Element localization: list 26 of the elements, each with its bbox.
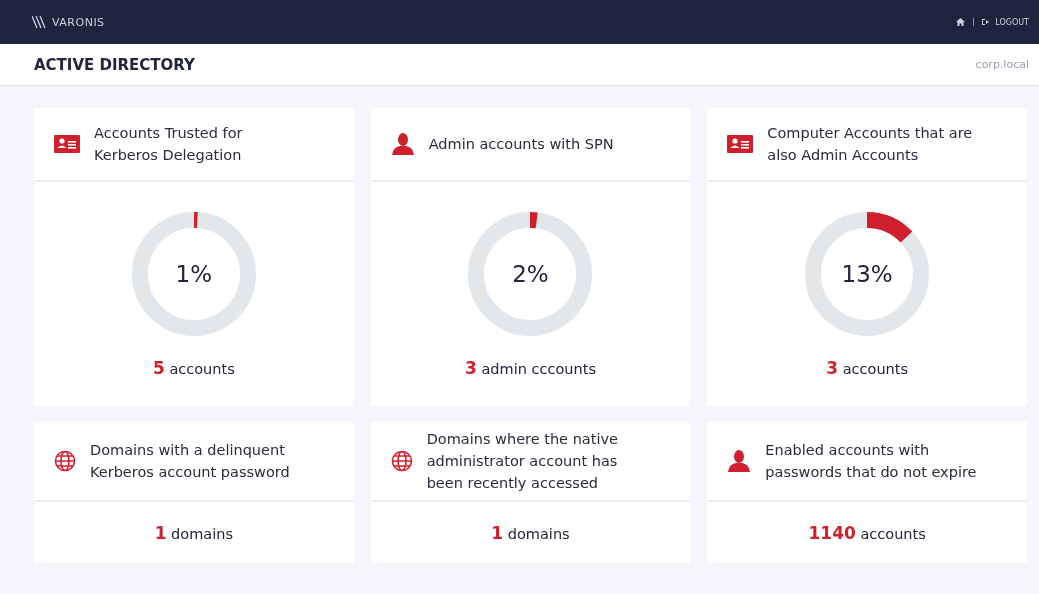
count-text: 5 accounts xyxy=(152,358,235,378)
home-icon[interactable] xyxy=(956,18,966,26)
percent-value: 2% xyxy=(512,262,549,286)
card-title: Accounts Trusted for Kerberos Delegation xyxy=(94,124,244,165)
count-text: 1 domains xyxy=(491,522,570,543)
percent-value: 1% xyxy=(175,262,213,286)
card-title: Domains where the native administrator account has been recently accessed xyxy=(426,430,619,493)
globe-icon xyxy=(390,450,413,472)
card-title: Domains with a delinquent Kerberos account password xyxy=(90,441,291,482)
card-title: Computer Accounts that are also Admin Accounts xyxy=(767,124,974,165)
page-title: ACTIVE DIRECTORY xyxy=(34,55,195,74)
count-text: 1 domains xyxy=(154,522,233,543)
id-card-icon xyxy=(727,135,754,153)
card-title: Enabled accounts with passwords that do not expire xyxy=(765,441,978,482)
id-card-icon xyxy=(54,135,80,153)
domain-label: corp.local xyxy=(975,58,1029,71)
globe-icon xyxy=(54,450,76,472)
logo-text: VARONIS xyxy=(52,15,105,29)
count-text: 3 accounts xyxy=(826,358,909,378)
logout-button[interactable]: LOGOUT xyxy=(982,17,1029,27)
percent-value: 13% xyxy=(841,262,893,286)
card-title: Admin accounts with SPN xyxy=(428,135,614,154)
person-icon xyxy=(390,133,415,155)
count-text: 1140 accounts xyxy=(808,522,926,543)
count-text: 3 admin cccounts xyxy=(465,358,596,378)
person-icon xyxy=(727,450,752,472)
